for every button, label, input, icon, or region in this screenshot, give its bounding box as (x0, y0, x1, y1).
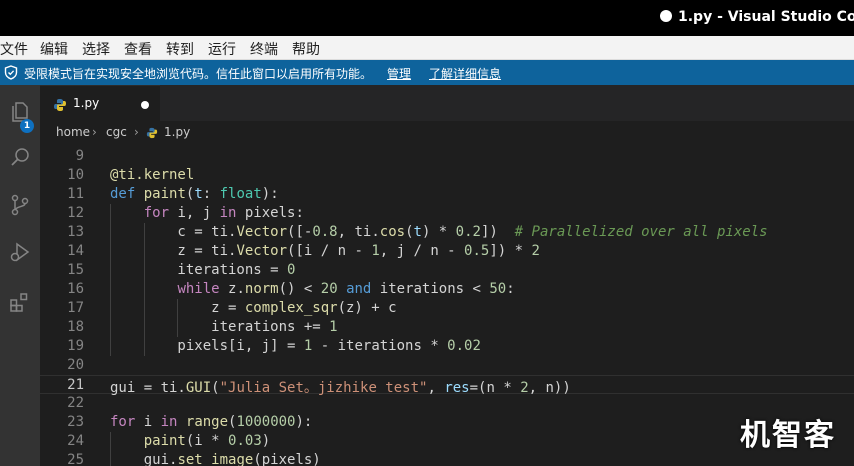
run-debug-icon (10, 242, 30, 262)
line-number: 22 (67, 395, 84, 411)
title-bar: 1.py - Visual Studio Code (0, 0, 854, 36)
line-number: 12 (67, 205, 84, 221)
menu-run[interactable]: 运行 (208, 39, 236, 59)
python-file-icon (54, 99, 66, 111)
line-number: 19 (67, 338, 84, 354)
line-number: 20 (67, 357, 84, 373)
line-number: 17 (67, 300, 84, 316)
code-line[interactable]: 21 gui = ti.GUI("Julia Set。jizhike test",… (40, 375, 854, 396)
code-line[interactable]: 23 for i in range(1000000): (40, 413, 854, 432)
line-number: 14 (67, 243, 84, 259)
code-text: iterations = 0 (110, 262, 296, 278)
code-line[interactable]: 25 gui.set_image(pixels) (40, 451, 854, 466)
line-number: 11 (67, 186, 84, 202)
tab-dirty-indicator-icon[interactable] (141, 101, 149, 109)
code-text: for i, j in pixels: (143, 205, 304, 221)
line-number: 15 (67, 262, 84, 278)
code-line[interactable]: 11 def paint(t: float): (40, 185, 854, 204)
window-title-text: 1.py - Visual Studio Code (678, 9, 854, 25)
search-icon (11, 148, 29, 166)
code-line[interactable]: 9 (40, 147, 854, 166)
source-control-button[interactable] (3, 188, 37, 222)
extensions-icon (10, 293, 28, 312)
breadcrumb-home[interactable]: home (56, 125, 90, 139)
code-text: @ti.kernel (110, 167, 195, 183)
code-text: for i in range(1000000): (110, 414, 313, 430)
code-text: while z.norm() < 20 and iterations < 50: (177, 281, 515, 297)
code-text: z = ti.Vector([i / n - 1, j / n - 0.5]) … (110, 243, 540, 259)
code-editor[interactable]: 9 10 @ti.kernel 11 def paint(t: float): 12 fo… (40, 145, 854, 466)
unsaved-dot-icon (660, 10, 672, 22)
run-debug-button[interactable] (3, 235, 37, 269)
line-number: 21 (67, 377, 84, 393)
code-line[interactable]: 18 iterations += 1 (40, 318, 854, 337)
python-file-icon (146, 127, 158, 139)
breadcrumb-file[interactable]: 1.py (164, 125, 190, 139)
code-text: iterations += 1 (110, 319, 338, 335)
menu-view[interactable]: 查看 (124, 39, 152, 59)
line-number: 10 (67, 167, 84, 183)
line-number: 16 (67, 281, 84, 297)
tab-label: 1.py (73, 96, 100, 110)
menu-edit[interactable]: 编辑 (40, 39, 68, 59)
banner-message: 受限模式旨在实现安全地浏览代码。信任此窗口以启用所有功能。 (24, 67, 373, 81)
line-number: 24 (67, 433, 84, 449)
code-line[interactable]: 15 iterations = 0 (40, 261, 854, 280)
code-line[interactable]: 20 (40, 356, 854, 375)
code-text: gui.set_image(pixels) (110, 452, 321, 466)
code-line[interactable]: 12 for i, j in pixels: (40, 204, 854, 223)
code-text: z = complex_sqr(z) + c (110, 300, 397, 316)
shield-icon (4, 65, 18, 80)
menu-bar: 文件 编辑 选择 查看 转到 运行 终端 帮助 (0, 36, 854, 60)
code-line[interactable]: 19 pixels[i, j] = 1 - iterations * 0.02 (40, 337, 854, 356)
chevron-right-icon: › (134, 125, 139, 139)
restricted-mode-banner: 受限模式旨在实现安全地浏览代码。信任此窗口以启用所有功能。 管理 了解详细信息 (0, 60, 854, 85)
manage-link[interactable]: 管理 (387, 65, 411, 82)
code-line[interactable]: 16 while z.norm() < 20 and iterations < … (40, 280, 854, 299)
breadcrumb: home › cgc › 1.py (40, 121, 854, 145)
tab-1-py[interactable]: 1.py (40, 85, 160, 121)
menu-help[interactable]: 帮助 (292, 39, 320, 59)
menu-terminal[interactable]: 终端 (250, 39, 278, 59)
menu-selection[interactable]: 选择 (82, 39, 110, 59)
code-line[interactable]: 17 z = complex_sqr(z) + c (40, 299, 854, 318)
line-number: 25 (67, 452, 84, 466)
code-text: c = ti.Vector([-0.8, ti.cos(t) * 0.2]) #… (110, 224, 768, 240)
explorer-badge: 1 (20, 119, 34, 133)
code-line[interactable]: 24 paint(i * 0.03) (40, 432, 854, 451)
search-button[interactable] (3, 140, 37, 174)
source-control-icon (11, 194, 29, 216)
code-line[interactable]: 13 c = ti.Vector([-0.8, ti.cos(t) * 0.2]… (40, 223, 854, 242)
window-title: 1.py - Visual Studio Code (660, 9, 854, 25)
line-number: 18 (67, 319, 84, 335)
code-text: def paint(t: float): (110, 186, 279, 202)
breadcrumb-cgc[interactable]: cgc (106, 125, 127, 139)
explorer-button[interactable]: 1 (3, 95, 37, 133)
menu-go[interactable]: 转到 (166, 39, 194, 59)
menu-file[interactable]: 文件 (0, 39, 28, 59)
code-text: paint(i * 0.03) (143, 433, 271, 449)
learn-more-link[interactable]: 了解详细信息 (429, 65, 501, 82)
tab-bar: 1.py (40, 85, 854, 121)
extensions-button[interactable] (3, 285, 37, 319)
line-number: 23 (67, 414, 84, 430)
watermark: 机智客 (740, 418, 836, 453)
line-number: 13 (67, 224, 84, 240)
chevron-right-icon: › (92, 125, 97, 139)
code-line[interactable]: 22 (40, 394, 854, 413)
code-text: pixels[i, j] = 1 - iterations * 0.02 (110, 338, 481, 354)
activity-bar: 1 (0, 85, 40, 466)
line-number: 9 (75, 148, 84, 164)
code-line[interactable]: 14 z = ti.Vector([i / n - 1, j / n - 0.5… (40, 242, 854, 261)
code-line[interactable]: 10 @ti.kernel (40, 166, 854, 185)
